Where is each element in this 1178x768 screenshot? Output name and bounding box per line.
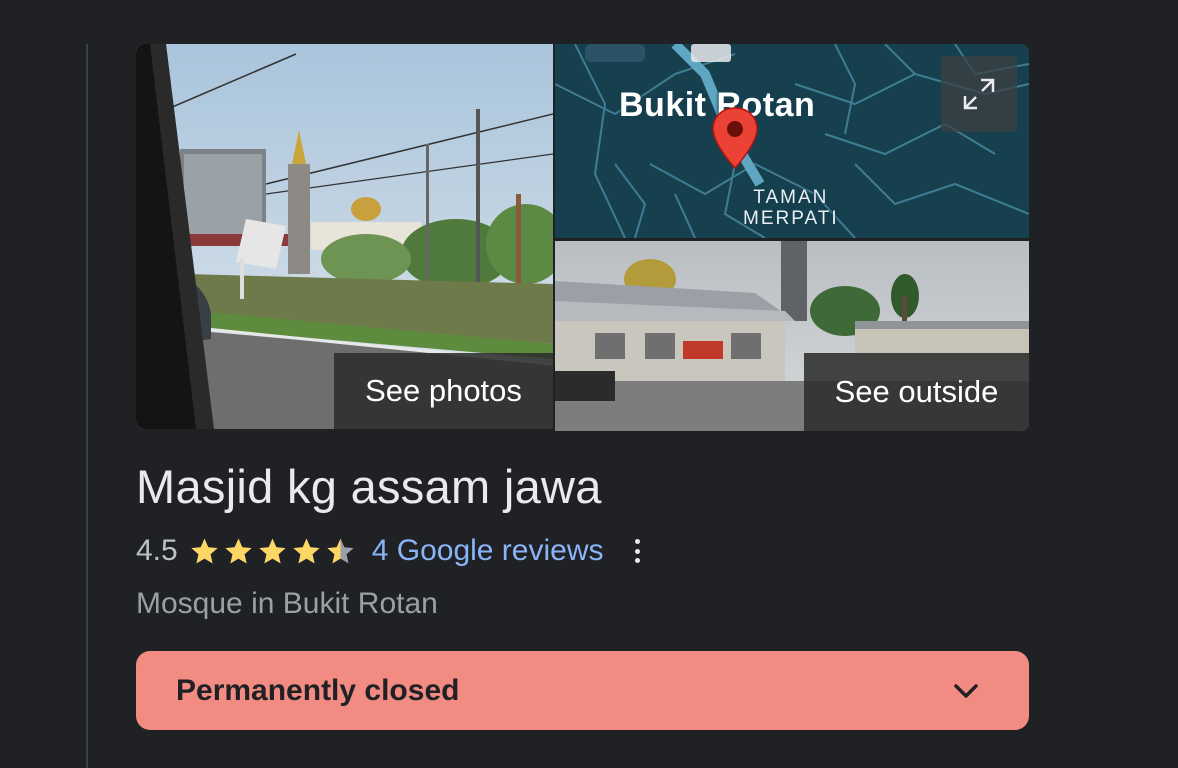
star-full-icon: [191, 538, 218, 564]
map-area-label-line1: TAMAN: [753, 187, 829, 208]
more-options-button[interactable]: [632, 536, 644, 566]
star-half-icon: [327, 538, 354, 564]
star-rating: [188, 536, 358, 566]
map-tile[interactable]: Bukit Rotan TAMAN MERPATI: [555, 44, 1029, 238]
google-reviews-link[interactable]: 4 Google reviews: [372, 534, 604, 568]
see-photos-button[interactable]: See photos: [334, 353, 553, 429]
rating-value: 4.5: [136, 534, 178, 567]
more-vert-icon-dot: [635, 548, 641, 554]
star-full-icon: [259, 538, 286, 564]
map-pin-icon: [712, 107, 758, 170]
media-grid: See photos Bukit Rotan TAMAN MERPATI See…: [136, 44, 1029, 431]
map-area-label: TAMAN MERPATI: [743, 187, 839, 229]
star-full-icon: [293, 538, 320, 564]
more-vert-icon: [635, 539, 641, 544]
map-area-label-line2: MERPATI: [743, 208, 839, 229]
place-title: Masjid kg assam jawa: [136, 460, 602, 513]
more-vert-icon-dot: [635, 558, 641, 563]
left-divider: [86, 44, 88, 768]
photos-tile[interactable]: See photos: [136, 44, 553, 429]
star-full-icon: [225, 538, 252, 564]
expand-icon: [963, 78, 995, 110]
permanently-closed-banner[interactable]: Permanently closed: [136, 651, 1029, 730]
expand-map-button[interactable]: [941, 56, 1017, 132]
chevron-down-icon: [954, 683, 978, 698]
place-panel: See photos Bukit Rotan TAMAN MERPATI See…: [136, 44, 1029, 730]
street-view-tile[interactable]: See outside: [555, 241, 1029, 431]
see-outside-button[interactable]: See outside: [804, 353, 1029, 431]
place-category: Mosque in Bukit Rotan: [136, 587, 438, 620]
rating-row: 4.5 4 Google reviews: [136, 531, 1029, 571]
status-label: Permanently closed: [176, 673, 460, 707]
